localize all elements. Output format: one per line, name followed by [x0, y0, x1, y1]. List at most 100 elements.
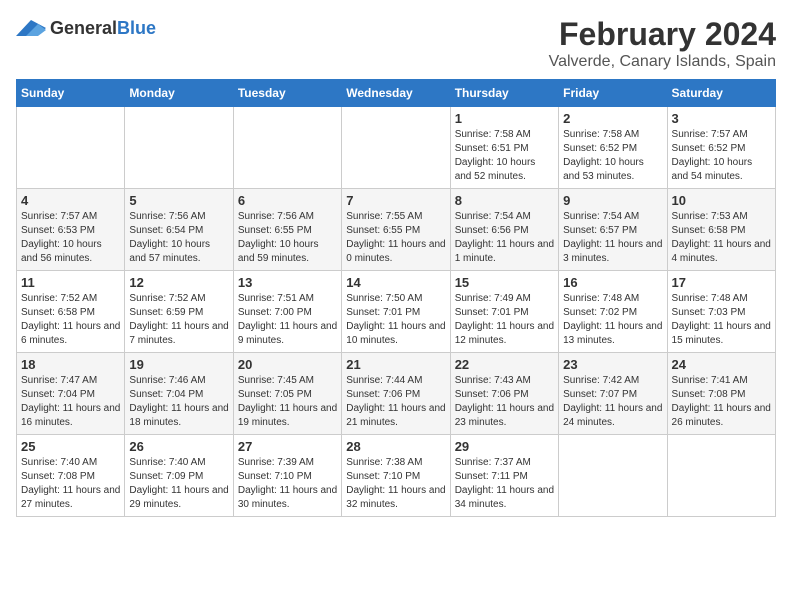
day-number: 22	[455, 357, 554, 372]
day-number: 15	[455, 275, 554, 290]
day-info: Sunrise: 7:58 AMSunset: 6:52 PMDaylight:…	[563, 128, 662, 184]
day-info: Sunrise: 7:39 AMSunset: 7:10 PMDaylight:…	[238, 456, 337, 512]
calendar-cell: 17 Sunrise: 7:48 AMSunset: 7:03 PMDayligh…	[667, 271, 775, 353]
day-info: Sunrise: 7:52 AMSunset: 6:59 PMDaylight:…	[129, 292, 228, 348]
day-number: 14	[346, 275, 445, 290]
day-number: 21	[346, 357, 445, 372]
calendar-cell: 4 Sunrise: 7:57 AMSunset: 6:53 PMDaylight…	[17, 189, 125, 271]
calendar-cell: 5 Sunrise: 7:56 AMSunset: 6:54 PMDaylight…	[125, 189, 233, 271]
day-number: 27	[238, 439, 337, 454]
calendar-cell: 2 Sunrise: 7:58 AMSunset: 6:52 PMDaylight…	[559, 107, 667, 189]
day-header-wednesday: Wednesday	[342, 80, 450, 107]
day-number: 4	[21, 193, 120, 208]
calendar-cell: 19 Sunrise: 7:46 AMSunset: 7:04 PMDayligh…	[125, 353, 233, 435]
day-number: 18	[21, 357, 120, 372]
calendar-cell: 13 Sunrise: 7:51 AMSunset: 7:00 PMDayligh…	[233, 271, 341, 353]
day-number: 9	[563, 193, 662, 208]
calendar-cell	[559, 435, 667, 517]
calendar-cell: 3 Sunrise: 7:57 AMSunset: 6:52 PMDaylight…	[667, 107, 775, 189]
day-info: Sunrise: 7:48 AMSunset: 7:03 PMDaylight:…	[672, 292, 771, 348]
calendar-cell: 29 Sunrise: 7:37 AMSunset: 7:11 PMDayligh…	[450, 435, 558, 517]
calendar-cell: 8Sunrise: 7:54 AMSunset: 6:56 PMDaylight…	[450, 189, 558, 271]
day-info: Sunrise: 7:56 AMSunset: 6:55 PMDaylight:…	[238, 210, 337, 266]
day-info: Sunrise: 7:54 AMSunset: 6:57 PMDaylight:…	[563, 210, 662, 266]
day-info: Sunrise: 7:40 AMSunset: 7:09 PMDaylight:…	[129, 456, 228, 512]
day-number: 26	[129, 439, 228, 454]
day-info: Sunrise: 7:57 AMSunset: 6:53 PMDaylight:…	[21, 210, 120, 266]
calendar-cell: 26 Sunrise: 7:40 AMSunset: 7:09 PMDayligh…	[125, 435, 233, 517]
page-header: GeneralBlue February 2024 Valverde, Cana…	[16, 16, 776, 71]
calendar-cell	[17, 107, 125, 189]
calendar-cell: 10 Sunrise: 7:53 AMSunset: 6:58 PMDayligh…	[667, 189, 775, 271]
day-number: 3	[672, 111, 771, 126]
calendar-header-row: SundayMondayTuesdayWednesdayThursdayFrid…	[17, 80, 776, 107]
day-info: Sunrise: 7:47 AMSunset: 7:04 PMDaylight:…	[21, 374, 120, 430]
calendar-week-row: 11 Sunrise: 7:52 AMSunset: 6:58 PMDayligh…	[17, 271, 776, 353]
calendar-cell	[233, 107, 341, 189]
day-number: 20	[238, 357, 337, 372]
day-number: 25	[21, 439, 120, 454]
calendar-cell	[125, 107, 233, 189]
calendar-week-row: 4 Sunrise: 7:57 AMSunset: 6:53 PMDaylight…	[17, 189, 776, 271]
calendar-cell: 22 Sunrise: 7:43 AMSunset: 7:06 PMDayligh…	[450, 353, 558, 435]
calendar-cell	[342, 107, 450, 189]
calendar-cell: 25 Sunrise: 7:40 AMSunset: 7:08 PMDayligh…	[17, 435, 125, 517]
day-number: 6	[238, 193, 337, 208]
logo-blue: Blue	[117, 18, 156, 38]
day-number: 29	[455, 439, 554, 454]
day-header-friday: Friday	[559, 80, 667, 107]
day-number: 23	[563, 357, 662, 372]
day-number: 10	[672, 193, 771, 208]
day-info: Sunrise: 7:58 AMSunset: 6:51 PMDaylight:…	[455, 128, 554, 184]
subtitle: Valverde, Canary Islands, Spain	[549, 53, 776, 71]
calendar-cell: 11 Sunrise: 7:52 AMSunset: 6:58 PMDayligh…	[17, 271, 125, 353]
day-info: Sunrise: 7:51 AMSunset: 7:00 PMDaylight:…	[238, 292, 337, 348]
day-info: Sunrise: 7:56 AMSunset: 6:54 PMDaylight:…	[129, 210, 228, 266]
day-info: Sunrise: 7:50 AMSunset: 7:01 PMDaylight:…	[346, 292, 445, 348]
day-number: 19	[129, 357, 228, 372]
day-info: Sunrise: 7:40 AMSunset: 7:08 PMDaylight:…	[21, 456, 120, 512]
day-header-saturday: Saturday	[667, 80, 775, 107]
calendar-cell	[667, 435, 775, 517]
day-info: Sunrise: 7:52 AMSunset: 6:58 PMDaylight:…	[21, 292, 120, 348]
day-info: Sunrise: 7:41 AMSunset: 7:08 PMDaylight:…	[672, 374, 771, 430]
day-number: 16	[563, 275, 662, 290]
day-info: Sunrise: 7:53 AMSunset: 6:58 PMDaylight:…	[672, 210, 771, 266]
calendar-cell: 23 Sunrise: 7:42 AMSunset: 7:07 PMDayligh…	[559, 353, 667, 435]
day-number: 11	[21, 275, 120, 290]
calendar-cell: 24Sunrise: 7:41 AMSunset: 7:08 PMDayligh…	[667, 353, 775, 435]
calendar-cell: 1 Sunrise: 7:58 AMSunset: 6:51 PMDaylight…	[450, 107, 558, 189]
calendar-cell: 6 Sunrise: 7:56 AMSunset: 6:55 PMDaylight…	[233, 189, 341, 271]
day-info: Sunrise: 7:44 AMSunset: 7:06 PMDaylight:…	[346, 374, 445, 430]
day-info: Sunrise: 7:37 AMSunset: 7:11 PMDaylight:…	[455, 456, 554, 512]
calendar-week-row: 1 Sunrise: 7:58 AMSunset: 6:51 PMDaylight…	[17, 107, 776, 189]
logo-icon	[16, 16, 46, 40]
day-info: Sunrise: 7:49 AMSunset: 7:01 PMDaylight:…	[455, 292, 554, 348]
day-number: 2	[563, 111, 662, 126]
calendar-cell: 28Sunrise: 7:38 AMSunset: 7:10 PMDayligh…	[342, 435, 450, 517]
calendar-cell: 15 Sunrise: 7:49 AMSunset: 7:01 PMDayligh…	[450, 271, 558, 353]
calendar-cell: 9 Sunrise: 7:54 AMSunset: 6:57 PMDaylight…	[559, 189, 667, 271]
day-number: 13	[238, 275, 337, 290]
calendar-week-row: 25 Sunrise: 7:40 AMSunset: 7:08 PMDayligh…	[17, 435, 776, 517]
day-number: 5	[129, 193, 228, 208]
day-number: 12	[129, 275, 228, 290]
calendar-cell: 7Sunrise: 7:55 AMSunset: 6:55 PMDaylight…	[342, 189, 450, 271]
calendar-cell: 27 Sunrise: 7:39 AMSunset: 7:10 PMDayligh…	[233, 435, 341, 517]
calendar-cell: 21 Sunrise: 7:44 AMSunset: 7:06 PMDayligh…	[342, 353, 450, 435]
day-number: 1	[455, 111, 554, 126]
day-info: Sunrise: 7:57 AMSunset: 6:52 PMDaylight:…	[672, 128, 771, 184]
day-number: 17	[672, 275, 771, 290]
calendar-week-row: 18 Sunrise: 7:47 AMSunset: 7:04 PMDayligh…	[17, 353, 776, 435]
day-info: Sunrise: 7:42 AMSunset: 7:07 PMDaylight:…	[563, 374, 662, 430]
main-title: February 2024	[549, 16, 776, 53]
day-number: 7	[346, 193, 445, 208]
day-number: 28	[346, 439, 445, 454]
day-number: 8	[455, 193, 554, 208]
calendar-table: SundayMondayTuesdayWednesdayThursdayFrid…	[16, 79, 776, 517]
title-area: February 2024 Valverde, Canary Islands, …	[549, 16, 776, 71]
calendar-cell: 18 Sunrise: 7:47 AMSunset: 7:04 PMDayligh…	[17, 353, 125, 435]
day-info: Sunrise: 7:46 AMSunset: 7:04 PMDaylight:…	[129, 374, 228, 430]
day-info: Sunrise: 7:43 AMSunset: 7:06 PMDaylight:…	[455, 374, 554, 430]
logo: GeneralBlue	[16, 16, 156, 40]
